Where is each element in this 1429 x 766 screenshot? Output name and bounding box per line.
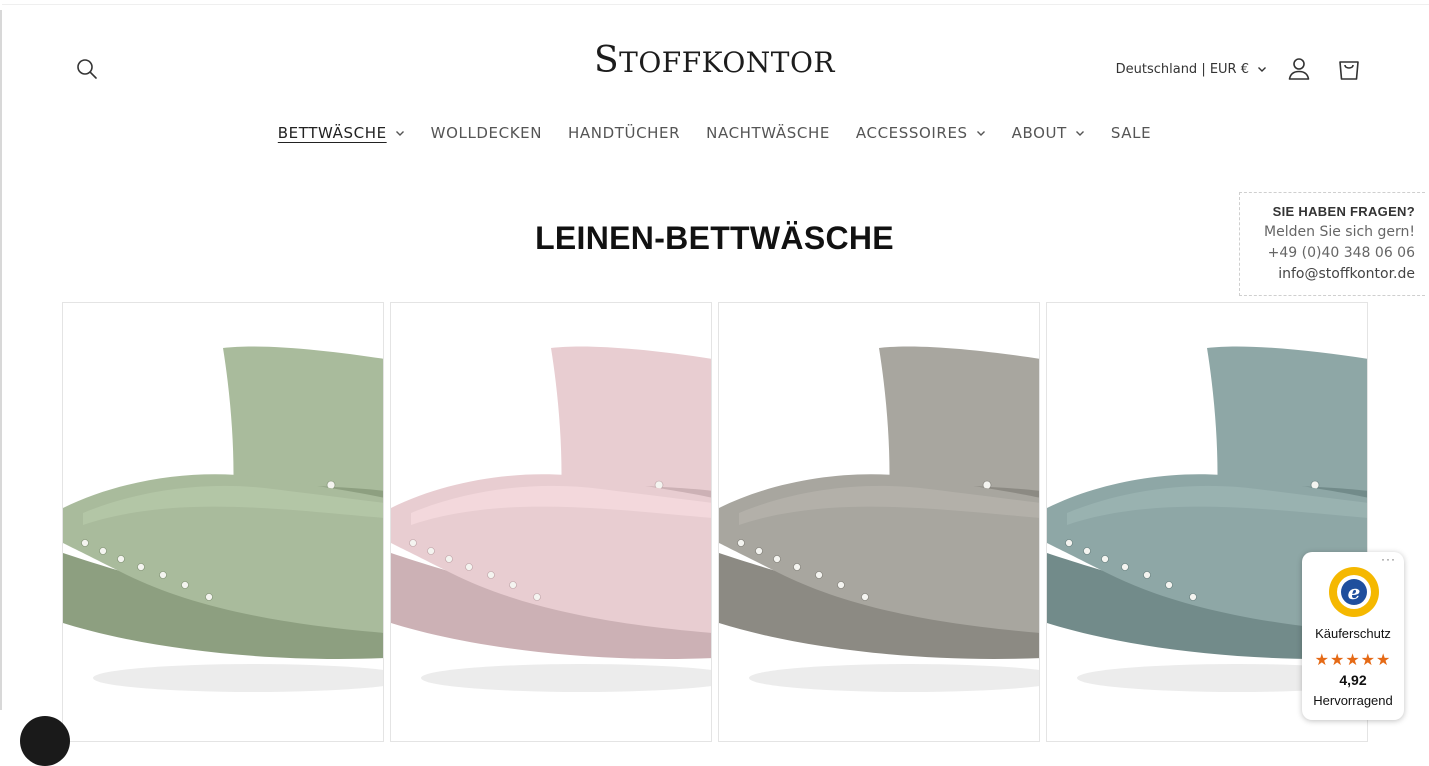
button-shape xyxy=(409,539,417,547)
shadow-shape xyxy=(93,664,383,692)
product-card[interactable] xyxy=(718,302,1040,742)
button-shape xyxy=(159,571,167,579)
shadow-shape xyxy=(749,664,1039,692)
more-icon[interactable]: ··· xyxy=(1381,552,1396,566)
product-card[interactable] xyxy=(390,302,712,742)
trusted-shops-badge[interactable]: ··· e Käuferschutz ★★★★★ 4,92 Hervorrage… xyxy=(1302,552,1404,720)
header-actions: Deutschland | EUR € xyxy=(1116,54,1363,84)
contact-box: SIE HABEN FRAGEN? Melden Sie sich gern! … xyxy=(1239,192,1425,296)
trusted-shops-seal-icon: e xyxy=(1329,567,1379,617)
nav-item-sale[interactable]: SALE xyxy=(1111,124,1151,142)
nav-item-about[interactable]: ABOUT xyxy=(1012,124,1085,142)
nav-label: ABOUT xyxy=(1011,124,1067,142)
locale-label: Deutschland | EUR € xyxy=(1115,61,1249,77)
button-shape xyxy=(1083,547,1091,555)
logo-rest: TOFFKONTOR xyxy=(619,46,835,79)
product-image xyxy=(63,346,383,692)
chevron-down-icon xyxy=(976,131,985,136)
nav-label: BETTWÄSCHE xyxy=(277,124,387,142)
chevron-down-icon xyxy=(1258,67,1266,72)
button-shape xyxy=(1143,571,1151,579)
contact-invite: Melden Sie sich gern! xyxy=(1264,224,1415,240)
nav-item-handtuecher[interactable]: HANDTÜCHER xyxy=(568,124,680,142)
button-shape xyxy=(1189,593,1197,601)
nav-label: NACHTWÄSCHE xyxy=(706,124,830,142)
button-shape xyxy=(99,547,107,555)
account-button[interactable] xyxy=(1285,55,1313,83)
nav-item-nachtwaesche[interactable]: NACHTWÄSCHE xyxy=(706,124,830,142)
nav-item-accessoires[interactable]: ACCESSOIRES xyxy=(856,124,986,142)
button-shape xyxy=(533,593,541,601)
button-shape xyxy=(773,555,781,563)
button-shape xyxy=(137,563,145,571)
button-shape xyxy=(861,593,869,601)
nav-label: ACCESSOIRES xyxy=(855,124,968,142)
logo-initial: S xyxy=(594,40,620,81)
button-shape xyxy=(445,555,453,563)
svg-text:e: e xyxy=(1348,580,1361,604)
button-shape xyxy=(465,563,473,571)
left-border xyxy=(0,10,2,710)
button-shape xyxy=(755,547,763,555)
chevron-down-icon xyxy=(395,131,404,136)
button-shape xyxy=(1065,539,1073,547)
button-shape xyxy=(793,563,801,571)
chevron-down-icon xyxy=(1075,131,1084,136)
top-divider xyxy=(2,4,1429,5)
button-shape xyxy=(1165,581,1173,589)
button-shape xyxy=(487,571,495,579)
button-shape xyxy=(427,547,435,555)
locale-selector[interactable]: Deutschland | EUR € xyxy=(1116,62,1267,77)
shopping-bag-icon xyxy=(1339,61,1359,80)
nav-item-bettwaesche[interactable]: BETTWÄSCHE xyxy=(278,124,405,142)
button-shape xyxy=(1101,555,1109,563)
main-nav: BETTWÄSCHE WOLLDECKEN HANDTÜCHER NACHTWÄ… xyxy=(0,124,1429,142)
product-card[interactable] xyxy=(62,302,384,742)
button-shape xyxy=(1121,563,1129,571)
cart-button[interactable] xyxy=(1335,55,1363,83)
rating-value: 4,92 xyxy=(1339,672,1367,688)
nav-item-wolldecken[interactable]: WOLLDECKEN xyxy=(431,124,542,142)
shadow-shape xyxy=(421,664,711,692)
user-icon xyxy=(1288,58,1310,80)
rating-text: Hervorragend xyxy=(1313,693,1393,708)
button-shape xyxy=(205,593,213,601)
button-shape xyxy=(509,581,517,589)
nav-label: SALE xyxy=(1110,124,1152,142)
contact-phone[interactable]: +49 (0)40 348 06 06 xyxy=(1240,243,1415,264)
button-shape xyxy=(837,581,845,589)
button-shape xyxy=(737,539,745,547)
product-image xyxy=(391,346,711,692)
page-title: LEINEN-BETTWÄSCHE xyxy=(535,220,894,256)
button-shape xyxy=(181,581,189,589)
button-shape xyxy=(815,571,823,579)
nav-label: HANDTÜCHER xyxy=(568,124,681,142)
chat-button[interactable] xyxy=(20,716,70,766)
rating-stars: ★★★★★ xyxy=(1314,652,1392,669)
product-image xyxy=(719,346,1039,692)
nav-label: WOLLDECKEN xyxy=(430,124,543,142)
contact-question: SIE HABEN FRAGEN? xyxy=(1272,204,1415,219)
trusted-shops-label: Käuferschutz xyxy=(1315,626,1391,641)
button-shape xyxy=(81,539,89,547)
button-shape xyxy=(117,555,125,563)
contact-email[interactable]: info@stoffkontor.de xyxy=(1240,264,1415,285)
